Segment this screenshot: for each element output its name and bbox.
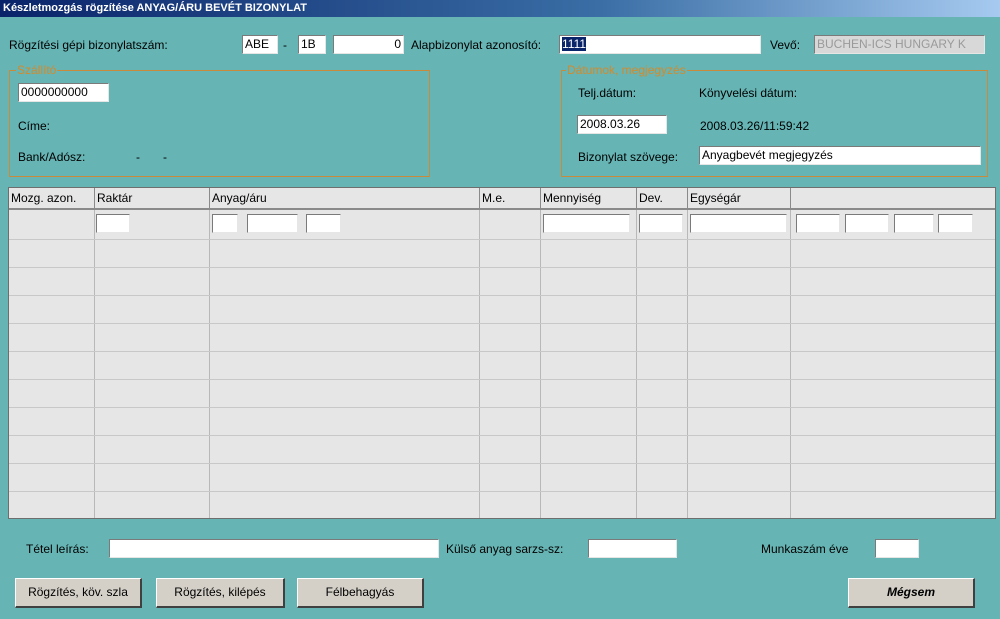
suspend-button[interactable]: Félbehagyás <box>297 578 424 608</box>
grid-column-separator <box>479 210 480 518</box>
customer-field: BUCHEN-ICS HUNGARY K <box>814 35 985 54</box>
column-header-warehouse[interactable]: Raktár <box>95 188 210 210</box>
grid-row-separator <box>9 379 995 380</box>
doc-series-field[interactable]: 1B <box>298 35 326 54</box>
booking-date-label: Könyvelési dátum: <box>699 86 798 100</box>
dates-group-title: Dátumok, megjegyzés <box>566 63 687 77</box>
grid-column-separator <box>790 210 791 518</box>
column-header-unit-price[interactable]: Egységár <box>688 188 791 210</box>
material-code-input[interactable] <box>247 214 298 233</box>
extra-input-1[interactable] <box>796 214 840 233</box>
supplier-tax-value: - <box>163 150 167 164</box>
grid-row-separator <box>9 295 995 296</box>
doc-prefix-field[interactable]: ABE <box>242 35 278 54</box>
save-exit-button[interactable]: Rögzítés, kilépés <box>156 578 285 608</box>
doc-dash: - <box>283 38 287 52</box>
base-doc-field[interactable]: 1111 <box>559 35 761 54</box>
grid-column-separator <box>94 210 95 518</box>
column-header-extra[interactable] <box>791 188 995 210</box>
grid-row-separator <box>9 239 995 240</box>
grid-column-separator <box>687 210 688 518</box>
external-batch-field[interactable] <box>588 539 677 558</box>
doc-number-label: Rögzítési gépi bizonylatszám: <box>9 38 168 52</box>
perf-date-field[interactable]: 2008.03.26 <box>577 115 667 134</box>
column-header-quantity[interactable]: Mennyiség <box>541 188 637 210</box>
work-year-label: Munkaszám éve <box>761 542 849 556</box>
grid-row-separator <box>9 407 995 408</box>
booking-date-value: 2008.03.26/11:59:42 <box>700 119 810 133</box>
doc-text-label: Bizonylat szövege: <box>578 150 679 164</box>
grid-row-separator <box>9 267 995 268</box>
grid-row-separator <box>9 323 995 324</box>
supplier-bank-label: Bank/Adósz: <box>18 150 86 164</box>
grid-column-separator <box>636 210 637 518</box>
base-doc-label: Alapbizonylat azonosító: <box>411 38 542 52</box>
doc-number-field[interactable]: 0 <box>333 35 404 54</box>
column-header-movement-id[interactable]: Mozg. azon. <box>9 188 95 210</box>
material-subcode-input[interactable] <box>306 214 341 233</box>
grid-row-separator <box>9 463 995 464</box>
column-header-material[interactable]: Anyag/áru <box>210 188 480 210</box>
grid-row-separator <box>9 351 995 352</box>
column-header-unit[interactable]: M.e. <box>480 188 541 210</box>
grid-row-separator <box>9 491 995 492</box>
extra-input-2[interactable] <box>845 214 889 233</box>
base-doc-value: 1111 <box>562 37 587 51</box>
customer-label: Vevő: <box>770 38 801 52</box>
perf-date-label: Telj.dátum: <box>578 86 637 100</box>
currency-input[interactable] <box>639 214 683 233</box>
grid-column-separator <box>209 210 210 518</box>
item-desc-label: Tétel leírás: <box>26 542 89 556</box>
supplier-bank-value: - <box>136 150 140 164</box>
extra-input-4[interactable] <box>938 214 973 233</box>
window-title: Készletmozgás rögzítése ANYAG/ÁRU BEVÉT … <box>0 0 1000 17</box>
quantity-input[interactable] <box>543 214 630 233</box>
extra-input-3[interactable] <box>894 214 934 233</box>
supplier-code-field[interactable]: 0000000000 <box>18 83 109 102</box>
unit-price-input[interactable] <box>690 214 787 233</box>
grid-header: Mozg. azon. Raktár Anyag/áru M.e. Mennyi… <box>9 188 995 210</box>
grid-row-separator <box>9 435 995 436</box>
external-batch-label: Külső anyag sarzs-sz: <box>446 542 564 556</box>
save-next-button[interactable]: Rögzítés, köv. szla <box>15 578 142 608</box>
grid-column-separator <box>540 210 541 518</box>
supplier-address-label: Címe: <box>18 119 51 133</box>
column-header-currency[interactable]: Dev. <box>637 188 688 210</box>
warehouse-input[interactable] <box>96 214 130 233</box>
supplier-group-title: Szállító <box>16 63 58 77</box>
items-grid[interactable]: Mozg. azon. Raktár Anyag/áru M.e. Mennyi… <box>8 187 996 519</box>
material-group-input[interactable] <box>212 214 238 233</box>
work-year-field[interactable] <box>875 539 919 558</box>
doc-text-field[interactable]: Anyagbevét megjegyzés <box>699 146 981 165</box>
item-desc-field[interactable] <box>109 539 439 558</box>
cancel-button[interactable]: Mégsem <box>848 578 975 608</box>
